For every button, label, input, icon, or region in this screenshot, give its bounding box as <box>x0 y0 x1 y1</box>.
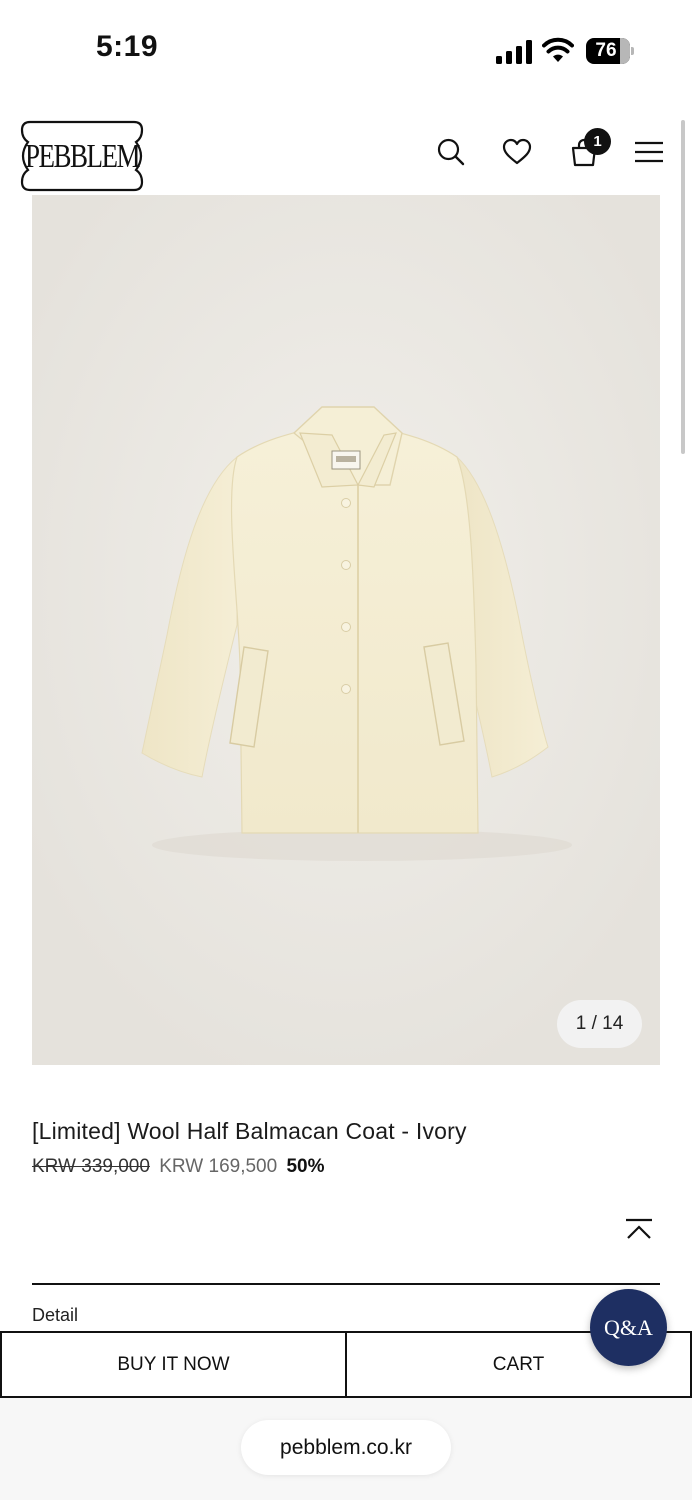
detail-tab[interactable]: Detail <box>32 1305 78 1326</box>
scroll-to-top-button[interactable] <box>622 1214 656 1244</box>
wishlist-button[interactable] <box>497 132 537 172</box>
search-button[interactable] <box>431 132 471 172</box>
action-bar: BUY IT NOW CART <box>0 1331 692 1398</box>
status-time: 5:19 <box>96 30 159 63</box>
battery-indicator: 76 <box>586 38 634 64</box>
page-scrollbar[interactable] <box>681 120 685 454</box>
qa-button[interactable]: Q&A <box>590 1289 667 1366</box>
logo-text: PEBBLEM <box>24 137 141 175</box>
discount-rate: 50% <box>286 1156 325 1177</box>
wifi-icon <box>542 37 574 62</box>
cart-count-badge: 1 <box>584 128 611 155</box>
url-bar[interactable]: pebblem.co.kr <box>241 1420 451 1475</box>
coat-image <box>32 195 660 1065</box>
arrow-up-icon <box>626 1218 652 1239</box>
menu-icon <box>635 141 663 163</box>
sale-price: KRW 169,500 <box>159 1156 278 1177</box>
buy-now-button[interactable]: BUY IT NOW <box>0 1331 347 1398</box>
battery-level: 76 <box>595 40 617 61</box>
section-divider <box>32 1283 660 1285</box>
product-title: [Limited] Wool Half Balmacan Coat - Ivor… <box>32 1118 467 1144</box>
product-image[interactable] <box>32 195 660 1065</box>
heart-icon <box>502 138 532 165</box>
brand-logo[interactable]: PEBBLEM <box>18 120 146 192</box>
cellular-signal-icon <box>496 40 532 64</box>
status-bar: 5:19 76 <box>0 0 692 100</box>
image-counter: 1 / 14 <box>557 1000 642 1048</box>
search-icon <box>437 138 465 166</box>
menu-button[interactable] <box>629 132 669 172</box>
original-price: KRW 339,000 <box>32 1156 150 1177</box>
price-row: KRW 339,000 KRW 169,500 50% <box>32 1156 325 1178</box>
